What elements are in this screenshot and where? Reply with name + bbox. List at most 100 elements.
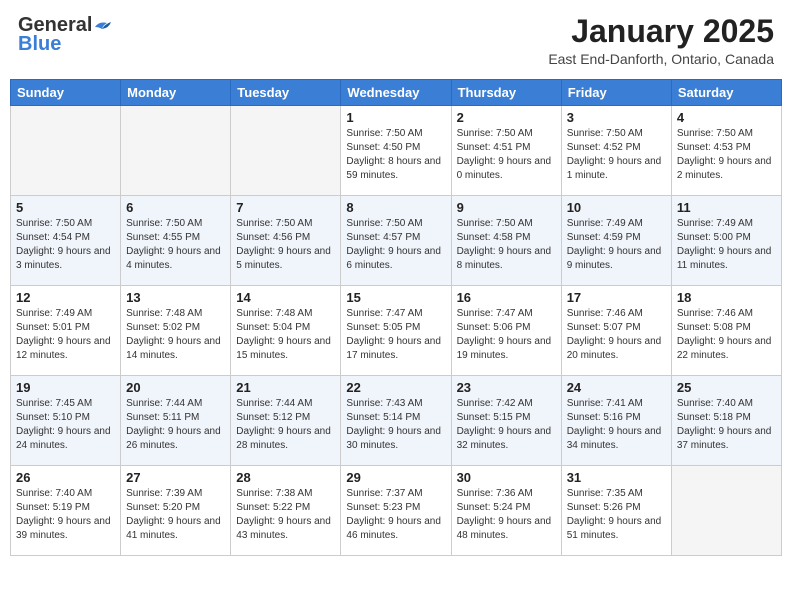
calendar-day-cell: 24 Sunrise: 7:41 AM Sunset: 5:16 PM Dayli… (561, 376, 671, 466)
calendar-day-cell: 3 Sunrise: 7:50 AM Sunset: 4:52 PM Daylig… (561, 106, 671, 196)
day-info: Sunrise: 7:46 AM Sunset: 5:07 PM Dayligh… (567, 307, 666, 363)
day-number: 11 (677, 200, 776, 215)
calendar-day-cell: 20 Sunrise: 7:44 AM Sunset: 5:11 PM Dayli… (121, 376, 231, 466)
day-number: 3 (567, 110, 666, 125)
day-info: Sunrise: 7:39 AM Sunset: 5:20 PM Dayligh… (126, 487, 225, 543)
day-info: Sunrise: 7:42 AM Sunset: 5:15 PM Dayligh… (457, 397, 556, 453)
day-info: Sunrise: 7:48 AM Sunset: 5:04 PM Dayligh… (236, 307, 335, 363)
day-number: 30 (457, 470, 556, 485)
day-info: Sunrise: 7:40 AM Sunset: 5:19 PM Dayligh… (16, 487, 115, 543)
day-info: Sunrise: 7:50 AM Sunset: 4:53 PM Dayligh… (677, 127, 776, 183)
day-info: Sunrise: 7:50 AM Sunset: 4:52 PM Dayligh… (567, 127, 666, 183)
day-number: 17 (567, 290, 666, 305)
weekday-header-friday: Friday (561, 80, 671, 106)
day-number: 8 (346, 200, 445, 215)
day-info: Sunrise: 7:41 AM Sunset: 5:16 PM Dayligh… (567, 397, 666, 453)
day-info: Sunrise: 7:49 AM Sunset: 5:00 PM Dayligh… (677, 217, 776, 273)
day-info: Sunrise: 7:50 AM Sunset: 4:57 PM Dayligh… (346, 217, 445, 273)
day-number: 31 (567, 470, 666, 485)
calendar-day-cell (11, 106, 121, 196)
calendar-day-cell: 14 Sunrise: 7:48 AM Sunset: 5:04 PM Dayli… (231, 286, 341, 376)
day-info: Sunrise: 7:50 AM Sunset: 4:51 PM Dayligh… (457, 127, 556, 183)
weekday-header-row: SundayMondayTuesdayWednesdayThursdayFrid… (11, 80, 782, 106)
day-number: 19 (16, 380, 115, 395)
day-number: 2 (457, 110, 556, 125)
day-info: Sunrise: 7:49 AM Sunset: 5:01 PM Dayligh… (16, 307, 115, 363)
calendar-day-cell: 31 Sunrise: 7:35 AM Sunset: 5:26 PM Dayli… (561, 466, 671, 556)
calendar-day-cell: 8 Sunrise: 7:50 AM Sunset: 4:57 PM Daylig… (341, 196, 451, 286)
calendar-day-cell (121, 106, 231, 196)
calendar-day-cell: 26 Sunrise: 7:40 AM Sunset: 5:19 PM Dayli… (11, 466, 121, 556)
day-info: Sunrise: 7:45 AM Sunset: 5:10 PM Dayligh… (16, 397, 115, 453)
calendar-day-cell (671, 466, 781, 556)
calendar-day-cell: 11 Sunrise: 7:49 AM Sunset: 5:00 PM Dayli… (671, 196, 781, 286)
day-info: Sunrise: 7:35 AM Sunset: 5:26 PM Dayligh… (567, 487, 666, 543)
calendar-day-cell (231, 106, 341, 196)
day-info: Sunrise: 7:50 AM Sunset: 4:58 PM Dayligh… (457, 217, 556, 273)
weekday-header-wednesday: Wednesday (341, 80, 451, 106)
weekday-header-tuesday: Tuesday (231, 80, 341, 106)
day-info: Sunrise: 7:47 AM Sunset: 5:05 PM Dayligh… (346, 307, 445, 363)
calendar-day-cell: 5 Sunrise: 7:50 AM Sunset: 4:54 PM Daylig… (11, 196, 121, 286)
weekday-header-monday: Monday (121, 80, 231, 106)
day-number: 22 (346, 380, 445, 395)
logo-blue-text: Blue (18, 33, 61, 56)
calendar-day-cell: 25Sunrise: 7:40 AM Sunset: 5:18 PM Dayli… (671, 376, 781, 466)
day-info: Sunrise: 7:38 AM Sunset: 5:22 PM Dayligh… (236, 487, 335, 543)
day-info: Sunrise: 7:37 AM Sunset: 5:23 PM Dayligh… (346, 487, 445, 543)
calendar-day-cell: 6Sunrise: 7:50 AM Sunset: 4:55 PM Daylig… (121, 196, 231, 286)
calendar-day-cell: 2 Sunrise: 7:50 AM Sunset: 4:51 PM Daylig… (451, 106, 561, 196)
calendar-day-cell: 10Sunrise: 7:49 AM Sunset: 4:59 PM Dayli… (561, 196, 671, 286)
location-title: East End-Danforth, Ontario, Canada (548, 51, 774, 67)
day-info: Sunrise: 7:44 AM Sunset: 5:11 PM Dayligh… (126, 397, 225, 453)
day-number: 14 (236, 290, 335, 305)
day-number: 27 (126, 470, 225, 485)
calendar-day-cell: 9 Sunrise: 7:50 AM Sunset: 4:58 PM Daylig… (451, 196, 561, 286)
weekday-header-sunday: Sunday (11, 80, 121, 106)
day-info: Sunrise: 7:40 AM Sunset: 5:18 PM Dayligh… (677, 397, 776, 453)
day-number: 5 (16, 200, 115, 215)
day-info: Sunrise: 7:44 AM Sunset: 5:12 PM Dayligh… (236, 397, 335, 453)
calendar-day-cell: 16Sunrise: 7:47 AM Sunset: 5:06 PM Dayli… (451, 286, 561, 376)
day-number: 13 (126, 290, 225, 305)
calendar-day-cell: 12Sunrise: 7:49 AM Sunset: 5:01 PM Dayli… (11, 286, 121, 376)
day-number: 18 (677, 290, 776, 305)
weekday-header-saturday: Saturday (671, 80, 781, 106)
day-info: Sunrise: 7:50 AM Sunset: 4:50 PM Dayligh… (346, 127, 445, 183)
logo-bird-icon (93, 19, 111, 33)
day-number: 16 (457, 290, 556, 305)
calendar-day-cell: 29 Sunrise: 7:37 AM Sunset: 5:23 PM Dayli… (341, 466, 451, 556)
calendar-day-cell: 18 Sunrise: 7:46 AM Sunset: 5:08 PM Dayli… (671, 286, 781, 376)
day-number: 29 (346, 470, 445, 485)
calendar-day-cell: 21Sunrise: 7:44 AM Sunset: 5:12 PM Dayli… (231, 376, 341, 466)
day-info: Sunrise: 7:50 AM Sunset: 4:54 PM Dayligh… (16, 217, 115, 273)
calendar-week-row: 1Sunrise: 7:50 AM Sunset: 4:50 PM Daylig… (11, 106, 782, 196)
calendar-table: SundayMondayTuesdayWednesdayThursdayFrid… (10, 79, 782, 556)
day-info: Sunrise: 7:46 AM Sunset: 5:08 PM Dayligh… (677, 307, 776, 363)
calendar-day-cell: 28 Sunrise: 7:38 AM Sunset: 5:22 PM Dayli… (231, 466, 341, 556)
title-area: January 2025 East End-Danforth, Ontario,… (548, 14, 774, 67)
day-number: 24 (567, 380, 666, 395)
header: General Blue January 2025 East End-Danfo… (10, 10, 782, 71)
day-info: Sunrise: 7:48 AM Sunset: 5:02 PM Dayligh… (126, 307, 225, 363)
day-number: 20 (126, 380, 225, 395)
calendar-day-cell: 4 Sunrise: 7:50 AM Sunset: 4:53 PM Daylig… (671, 106, 781, 196)
calendar-day-cell: 27 Sunrise: 7:39 AM Sunset: 5:20 PM Dayli… (121, 466, 231, 556)
calendar-week-row: 19 Sunrise: 7:45 AM Sunset: 5:10 PM Dayli… (11, 376, 782, 466)
day-number: 28 (236, 470, 335, 485)
calendar-day-cell: 13 Sunrise: 7:48 AM Sunset: 5:02 PM Dayli… (121, 286, 231, 376)
day-number: 4 (677, 110, 776, 125)
calendar-week-row: 12Sunrise: 7:49 AM Sunset: 5:01 PM Dayli… (11, 286, 782, 376)
calendar-day-cell: 7 Sunrise: 7:50 AM Sunset: 4:56 PM Daylig… (231, 196, 341, 286)
calendar-week-row: 5 Sunrise: 7:50 AM Sunset: 4:54 PM Daylig… (11, 196, 782, 286)
day-info: Sunrise: 7:43 AM Sunset: 5:14 PM Dayligh… (346, 397, 445, 453)
calendar-day-cell: 23Sunrise: 7:42 AM Sunset: 5:15 PM Dayli… (451, 376, 561, 466)
day-number: 10 (567, 200, 666, 215)
weekday-header-thursday: Thursday (451, 80, 561, 106)
logo: General Blue (18, 14, 111, 56)
day-info: Sunrise: 7:50 AM Sunset: 4:56 PM Dayligh… (236, 217, 335, 273)
day-number: 26 (16, 470, 115, 485)
day-number: 7 (236, 200, 335, 215)
calendar-day-cell: 1Sunrise: 7:50 AM Sunset: 4:50 PM Daylig… (341, 106, 451, 196)
day-number: 9 (457, 200, 556, 215)
